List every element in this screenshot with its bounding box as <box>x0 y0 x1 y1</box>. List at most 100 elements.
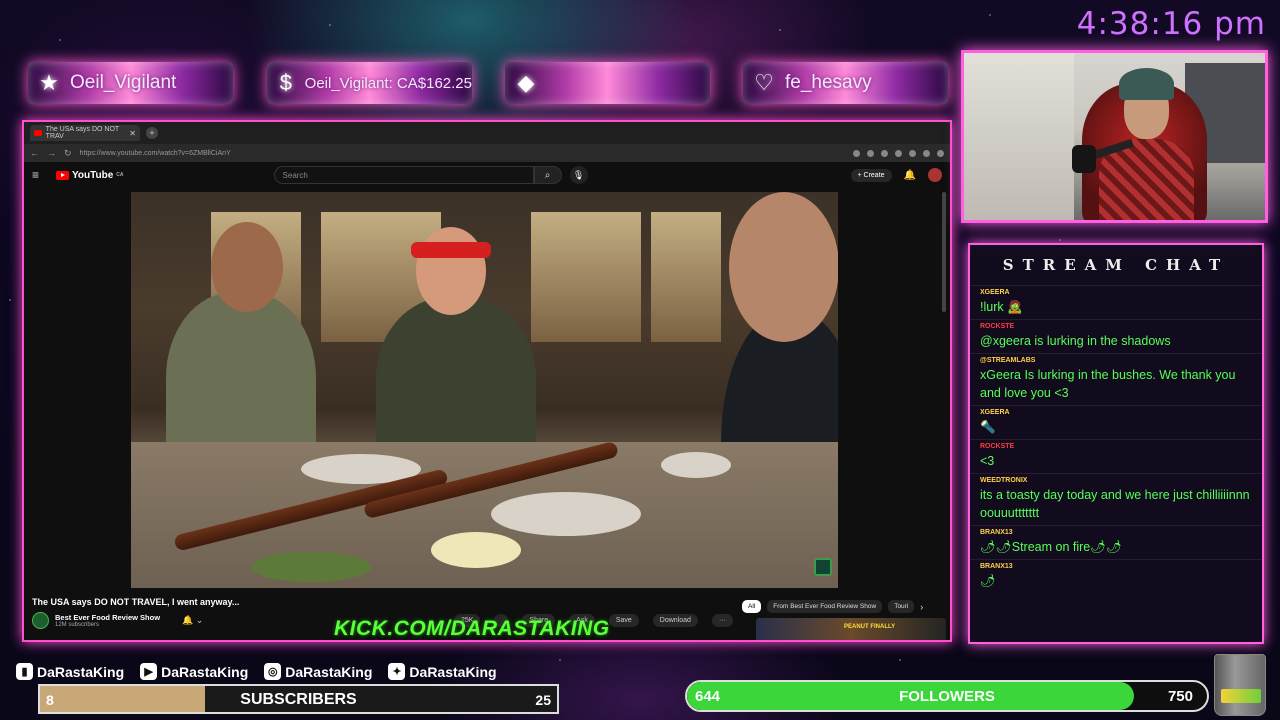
channel-row: Best Ever Food Review Show 12M subscribe… <box>32 612 203 629</box>
chat-message: XGEERA 🔦 <box>970 405 1262 439</box>
social-instagram: ◎ DaRastaKing <box>264 663 372 680</box>
chat-text: <3 <box>980 454 995 468</box>
social-youtube: ▶ DaRastaKing <box>140 663 248 680</box>
subscriber-count: 12M subscribers <box>55 622 100 628</box>
subscribed-bell-icon[interactable]: 🔔 ⌄ <box>182 615 203 626</box>
extension-icon[interactable] <box>867 149 874 157</box>
download-button[interactable]: Download <box>652 614 698 627</box>
more-actions-button[interactable]: ··· <box>711 614 733 627</box>
youtube-logo[interactable]: YouTube CA <box>56 170 124 181</box>
chat-text: !lurk 🧟 <box>980 300 1023 314</box>
chat-message: @STREAMLABS xGeera Is lurking in the bush… <box>970 353 1262 405</box>
chat-username: XGEERA <box>980 289 1010 296</box>
search-input[interactable]: Search <box>273 166 534 184</box>
youtube-header: ≡ YouTube CA Search ⌕ 🎙 + Create 🔔 <box>24 162 950 188</box>
chat-username: ROCKSTE <box>980 323 1015 330</box>
chat-text: its a toasty day today and we here just … <box>980 488 1250 520</box>
chip-from-channel[interactable]: From Best Ever Food Review Show <box>767 600 883 613</box>
menu-icon[interactable]: ≡ <box>32 168 50 182</box>
recommended-video-thumbnail[interactable]: PEANUT FINALLY <box>756 618 946 640</box>
subscriber-goal: 25 <box>535 692 551 708</box>
chat-username: WEEDTRONIX <box>980 477 1028 484</box>
new-tab-icon[interactable]: + <box>146 127 158 139</box>
youtube-play-icon <box>56 170 69 180</box>
browser-tab[interactable]: The USA says DO NOT TRAV ✕ <box>30 125 140 141</box>
forward-icon[interactable]: → <box>47 148 56 158</box>
channel-name[interactable]: Best Ever Food Review Show <box>55 613 160 622</box>
chat-message: BRANX13 🌶 <box>970 559 1262 593</box>
chevron-right-icon[interactable]: › <box>920 602 923 612</box>
dollar-icon: $ <box>279 70 292 95</box>
chat-username: BRANX13 <box>980 529 1013 536</box>
follower-goal: 750 <box>1167 688 1193 705</box>
alert-latest-subscriber: ♡ fe_hesavy <box>743 62 948 104</box>
alert-text: fe_hesavy <box>785 72 872 93</box>
chat-text: 🔦 <box>980 420 996 434</box>
chat-text: 🌶🌶Stream on fire🌶🌶 <box>980 540 1122 554</box>
stream-clock: 4:38:16 pm <box>1076 6 1266 42</box>
twitter-icon: ✦ <box>388 663 406 680</box>
chat-text: 🌶 <box>980 574 996 588</box>
reload-icon[interactable]: ↻ <box>64 148 72 159</box>
alert-text: Oeil_Vigilant <box>70 72 177 93</box>
chip-all[interactable]: All <box>742 600 762 613</box>
alert-latest-donation: $ Oeil_Vigilant: CA$162.25 <box>267 62 472 104</box>
social-twitch: ▮ DaRastaKing <box>16 663 124 680</box>
chat-message-list: XGEERA !lurk 🧟 ROCKSTE @xgeera is lurking i… <box>970 285 1262 593</box>
subscriber-label: SUBSCRIBERS <box>240 691 357 708</box>
extension-icon[interactable] <box>909 149 916 157</box>
extension-icon[interactable] <box>895 149 902 157</box>
drink-cup <box>1214 654 1266 716</box>
chat-text: @xgeera is lurking in the shadows <box>980 334 1171 348</box>
browser-tab-bar: The USA says DO NOT TRAV ✕ + <box>24 122 950 144</box>
page-scrollbar[interactable] <box>942 192 946 312</box>
social-handles: ▮ DaRastaKing ▶ DaRastaKing ◎ DaRastaKin… <box>16 663 497 680</box>
chat-username: ROCKSTE <box>980 443 1015 450</box>
extension-icon[interactable] <box>923 149 930 157</box>
chat-message: ROCKSTE <3 <box>970 439 1262 473</box>
url-field[interactable]: https://www.youtube.com/watch?v=6ZMBllCi… <box>80 150 231 157</box>
extensions-toolbar <box>853 149 944 157</box>
chat-username: @STREAMLABS <box>980 357 1036 364</box>
close-icon[interactable]: ✕ <box>129 129 136 138</box>
address-bar: ← → ↻ https://www.youtube.com/watch?v=6Z… <box>24 144 950 162</box>
youtube-favicon-icon <box>34 130 42 136</box>
extension-icon[interactable] <box>853 149 860 157</box>
video-title: The USA says DO NOT TRAVEL, I went anywa… <box>32 597 240 607</box>
twitch-icon: ▮ <box>16 663 33 680</box>
video-frame-restaurant <box>131 192 838 588</box>
alert-text: Oeil_Vigilant: CA$162.25 <box>304 74 472 92</box>
diamond-icon: ◆ <box>517 70 535 95</box>
kick-url-overlay: KICK.COM/DARASTAKING <box>334 617 610 640</box>
avatar[interactable] <box>928 168 942 182</box>
chat-message: XGEERA !lurk 🧟 <box>970 285 1262 319</box>
browser-capture: The USA says DO NOT TRAV ✕ + ← → ↻ https… <box>22 120 952 642</box>
youtube-icon: ▶ <box>140 663 158 680</box>
thumbnail-text: PEANUT FINALLY <box>844 624 896 630</box>
instagram-icon: ◎ <box>264 663 282 680</box>
subscriber-goal-bar: 8 SUBSCRIBERS 25 <box>38 684 559 714</box>
save-button[interactable]: Save <box>608 614 639 627</box>
create-button[interactable]: + Create <box>850 168 892 182</box>
follower-goal-bar: 644 FOLLOWERS 750 <box>685 680 1209 712</box>
back-icon[interactable]: ← <box>30 148 39 158</box>
tab-title: The USA says DO NOT TRAV <box>45 126 120 140</box>
star-icon: ★ <box>39 70 59 95</box>
chat-username: XGEERA <box>980 409 1010 416</box>
chat-message: WEEDTRONIX its a toasty day today and we … <box>970 473 1262 525</box>
follower-label: FOLLOWERS <box>899 688 995 705</box>
channel-avatar[interactable] <box>32 612 49 629</box>
heart-icon: ♡ <box>754 70 774 95</box>
chip-tourism[interactable]: Touri <box>888 600 915 613</box>
webcam-feed <box>961 50 1268 223</box>
video-player[interactable] <box>131 192 838 588</box>
chat-username: BRANX13 <box>980 563 1013 570</box>
extension-icon[interactable] <box>881 149 888 157</box>
channel-watermark-icon[interactable] <box>814 558 832 576</box>
extension-icon[interactable] <box>937 149 944 157</box>
search-icon[interactable]: ⌕ <box>533 166 562 184</box>
chat-message: BRANX13 🌶🌶Stream on fire🌶🌶 <box>970 525 1262 559</box>
notifications-bell-icon[interactable]: 🔔 <box>904 170 916 181</box>
microphone-icon[interactable]: 🎙 <box>569 166 588 184</box>
chat-text: xGeera Is lurking in the bushes. We than… <box>980 368 1236 400</box>
